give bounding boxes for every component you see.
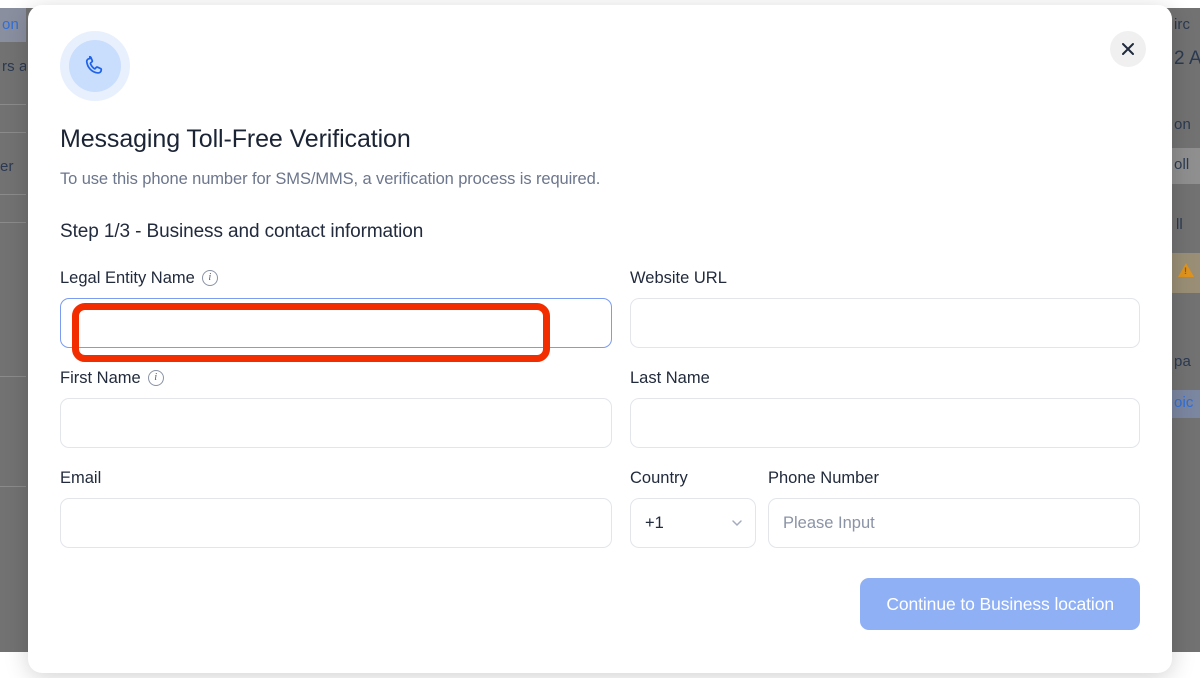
modal-footer: Continue to Business location xyxy=(60,578,1140,630)
close-button[interactable] xyxy=(1110,31,1146,67)
website-url-label: Website URL xyxy=(630,269,727,288)
info-icon[interactable]: i xyxy=(148,370,164,386)
legal-entity-name-field: Legal Entity Name i xyxy=(60,267,612,348)
first-name-label: First Name xyxy=(60,369,141,388)
country-label: Country xyxy=(630,469,688,488)
last-name-field: Last Name xyxy=(630,367,1140,448)
background-fragment-right-1: 2 A xyxy=(1174,48,1200,70)
business-contact-form: Legal Entity Name i Website URL First Na… xyxy=(60,267,1140,548)
warning-triangle-icon xyxy=(1178,263,1194,277)
email-field-group: Email xyxy=(60,467,612,548)
email-label: Email xyxy=(60,469,101,488)
legal-entity-name-label: Legal Entity Name xyxy=(60,269,195,288)
legal-entity-name-label-row: Legal Entity Name i xyxy=(60,267,612,289)
phone-badge xyxy=(60,31,130,101)
close-icon xyxy=(1120,41,1136,57)
website-url-label-row: Website URL xyxy=(630,267,1140,289)
toll-free-verification-modal: Messaging Toll-Free Verification To use … xyxy=(28,5,1172,673)
background-left-column: on rs a er xyxy=(0,8,26,652)
background-fragment-right-6: oic xyxy=(1174,394,1193,411)
first-name-input[interactable] xyxy=(60,398,612,448)
phone-number-input[interactable] xyxy=(768,498,1140,548)
phone-number-field: Phone Number xyxy=(768,467,1140,548)
background-fragment-right-5: pa xyxy=(1174,353,1191,370)
website-url-input[interactable] xyxy=(630,298,1140,348)
background-fragment-right-0: irc xyxy=(1174,16,1190,33)
website-url-field: Website URL xyxy=(630,267,1140,348)
background-fragment-left-1: rs a xyxy=(2,58,26,75)
row-spacer xyxy=(630,348,1140,367)
background-fragment-left-2: er xyxy=(0,158,14,175)
background-fragment-right-2: on xyxy=(1174,116,1191,133)
last-name-label: Last Name xyxy=(630,369,710,388)
row-spacer xyxy=(60,448,612,467)
country-phone-group: Country +1 Phone Number xyxy=(630,467,1140,548)
page-title: Messaging Toll-Free Verification xyxy=(60,125,1140,154)
first-name-label-row: First Name i xyxy=(60,367,612,389)
email-label-row: Email xyxy=(60,467,612,489)
row-spacer xyxy=(60,348,612,367)
email-input[interactable] xyxy=(60,498,612,548)
last-name-label-row: Last Name xyxy=(630,367,1140,389)
modal-subtitle: To use this phone number for SMS/MMS, a … xyxy=(60,170,1140,189)
country-code-select[interactable]: +1 xyxy=(630,498,756,548)
step-title: Step 1/3 - Business and contact informat… xyxy=(60,221,1140,243)
background-fragment-right-3: oll xyxy=(1174,156,1189,173)
background-fragment-right-4: ll xyxy=(1176,216,1183,233)
country-field: Country +1 xyxy=(630,467,756,548)
phone-number-label: Phone Number xyxy=(768,469,879,488)
info-icon[interactable]: i xyxy=(202,270,218,286)
phone-icon xyxy=(82,53,108,79)
continue-to-business-location-button[interactable]: Continue to Business location xyxy=(860,578,1140,630)
country-label-row: Country xyxy=(630,467,756,489)
first-name-field: First Name i xyxy=(60,367,612,448)
background-fragment-left-0: on xyxy=(2,16,19,33)
row-spacer xyxy=(630,448,1140,467)
phone-number-label-row: Phone Number xyxy=(768,467,1140,489)
legal-entity-name-input[interactable] xyxy=(60,298,612,348)
last-name-input[interactable] xyxy=(630,398,1140,448)
background-right-column: irc 2 A on oll ll pa oic xyxy=(1172,8,1200,652)
